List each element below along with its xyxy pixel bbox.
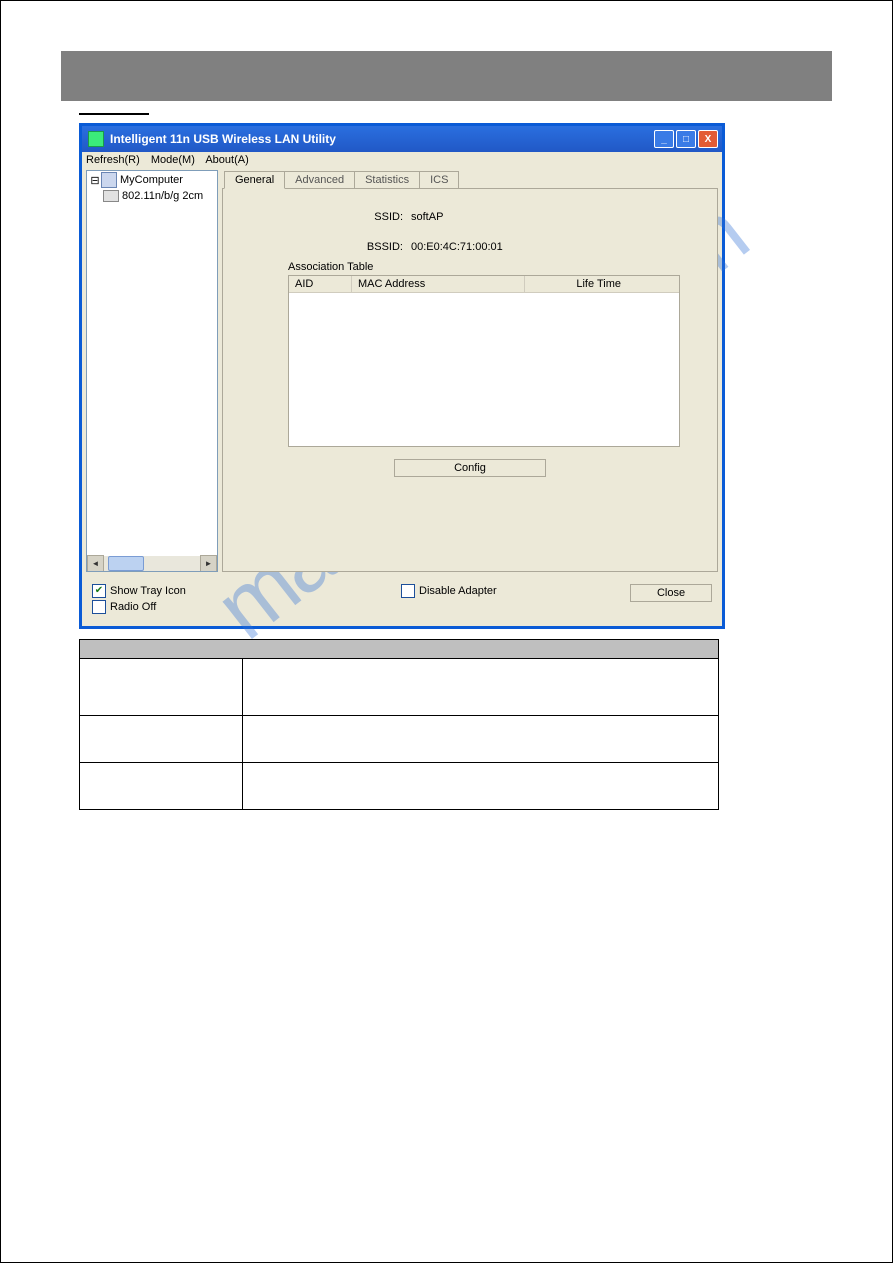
info-table (79, 639, 719, 810)
options-middle: Disable Adapter (401, 582, 630, 600)
tab-advanced[interactable]: Advanced (284, 171, 355, 189)
options-left: ✔ Show Tray Icon Radio Off (92, 582, 321, 616)
menu-about[interactable]: About(A) (205, 154, 248, 166)
section-underline (79, 111, 149, 115)
close-button[interactable]: Close (630, 584, 712, 602)
disable-adapter-checkbox[interactable] (401, 584, 415, 598)
bssid-value: 00:E0:4C:71:00:01 (411, 241, 503, 253)
table-row (80, 716, 719, 763)
show-tray-label: Show Tray Icon (110, 585, 186, 597)
hidden-header-bar (61, 51, 832, 101)
bssid-label: BSSID: (303, 241, 403, 253)
window-title: Intelligent 11n USB Wireless LAN Utility (110, 132, 336, 146)
right-pane: General Advanced Statistics ICS SSID: so… (222, 170, 718, 572)
col-mac[interactable]: MAC Address (352, 276, 525, 292)
menu-refresh[interactable]: Refresh(R) (86, 154, 140, 166)
info-r2-c1 (80, 716, 243, 763)
tab-strip: General Advanced Statistics ICS (224, 170, 718, 188)
menu-bar: Refresh(R) Mode(M) About(A) (82, 152, 722, 168)
col-aid[interactable]: AID (289, 276, 352, 292)
tree-collapse-icon[interactable]: ⊟ (89, 174, 101, 187)
association-header: AID MAC Address Life Time (289, 276, 679, 293)
scroll-right-icon[interactable]: ► (200, 555, 217, 572)
info-header-row (80, 640, 719, 659)
maximize-button[interactable]: □ (676, 130, 696, 148)
minimize-button[interactable]: _ (654, 130, 674, 148)
general-panel: SSID: softAP BSSID: 00:E0:4C:71:00:01 As… (222, 188, 718, 572)
table-row (80, 763, 719, 810)
disable-adapter-label: Disable Adapter (419, 585, 497, 597)
close-window-button[interactable]: X (698, 130, 718, 148)
info-r2-c2 (243, 716, 719, 763)
tree-root-row[interactable]: ⊟ MyComputer (87, 171, 217, 189)
device-tree[interactable]: ⊟ MyComputer 802.11n/b/g 2cm ◄ ► (86, 170, 218, 572)
window-body: ⊟ MyComputer 802.11n/b/g 2cm ◄ ► Gene (82, 168, 722, 576)
col-life-time[interactable]: Life Time (525, 276, 627, 292)
titlebar[interactable]: Intelligent 11n USB Wireless LAN Utility… (82, 126, 722, 152)
adapter-icon (103, 190, 119, 202)
config-button[interactable]: Config (394, 459, 546, 477)
scroll-left-icon[interactable]: ◄ (87, 555, 104, 572)
tree-root-label: MyComputer (120, 174, 183, 186)
tab-statistics[interactable]: Statistics (354, 171, 420, 189)
radio-off-checkbox[interactable] (92, 600, 106, 614)
config-row: Config (243, 459, 697, 477)
tree-adapter-label: 802.11n/b/g 2cm (122, 190, 203, 202)
radio-off-option[interactable]: Radio Off (92, 600, 321, 614)
tree-adapter-row[interactable]: 802.11n/b/g 2cm (87, 189, 217, 203)
app-icon (88, 131, 104, 147)
scroll-thumb[interactable] (108, 556, 144, 571)
table-row (80, 659, 719, 716)
association-table[interactable]: AID MAC Address Life Time (288, 275, 680, 447)
association-table-label: Association Table (288, 261, 697, 273)
info-r3-c2 (243, 763, 719, 810)
menu-mode[interactable]: Mode(M) (151, 154, 195, 166)
computer-icon (101, 172, 117, 188)
info-r3-c1 (80, 763, 243, 810)
ssid-label: SSID: (303, 211, 403, 223)
tab-ics[interactable]: ICS (419, 171, 459, 189)
disable-adapter-option[interactable]: Disable Adapter (401, 584, 630, 598)
show-tray-checkbox[interactable]: ✔ (92, 584, 106, 598)
info-r1-c1 (80, 659, 243, 716)
tree-h-scrollbar[interactable]: ◄ ► (87, 556, 217, 571)
tab-general[interactable]: General (224, 171, 285, 189)
bottom-bar: ✔ Show Tray Icon Radio Off Disable Adapt… (82, 576, 722, 626)
page: manualshive.com Intelligent 11n USB Wire… (0, 0, 893, 1263)
app-window: Intelligent 11n USB Wireless LAN Utility… (79, 123, 725, 629)
info-header-cell (80, 640, 719, 659)
radio-off-label: Radio Off (110, 601, 156, 613)
info-r1-c2 (243, 659, 719, 716)
show-tray-option[interactable]: ✔ Show Tray Icon (92, 584, 321, 598)
ssid-value: softAP (411, 211, 443, 223)
